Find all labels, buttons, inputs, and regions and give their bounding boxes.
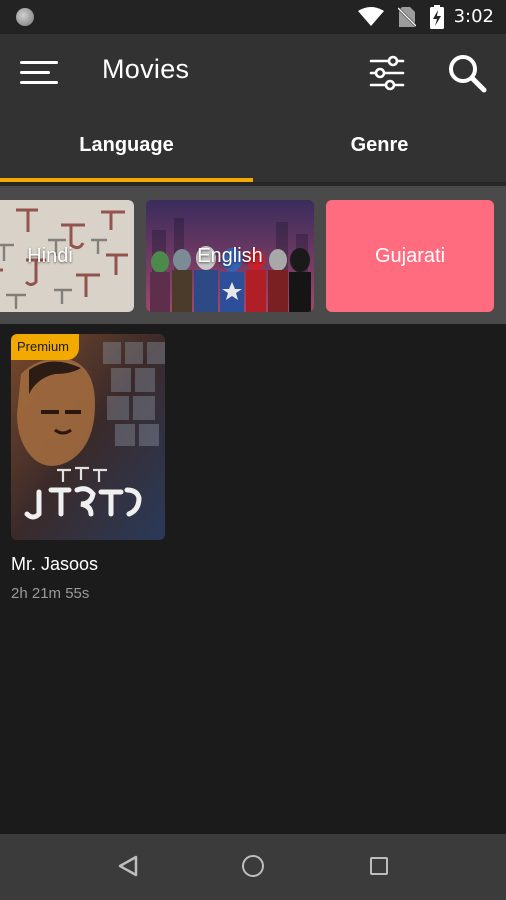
movie-poster[interactable]: Premium xyxy=(11,334,165,540)
wifi-icon xyxy=(358,7,384,26)
language-chip-gujarati[interactable]: Gujarati xyxy=(326,200,494,312)
status-time: 3:02 xyxy=(453,6,494,27)
language-chip-english[interactable]: English xyxy=(146,200,314,312)
movie-title[interactable]: Mr. Jasoos xyxy=(11,554,165,575)
tab-language[interactable]: Language xyxy=(0,114,253,186)
language-chips-strip[interactable]: Hindi English Gujarati xyxy=(0,186,506,324)
system-nav-bar xyxy=(0,834,506,900)
language-chip-label: English xyxy=(197,244,263,267)
language-chip-hindi[interactable]: Hindi xyxy=(0,200,134,312)
movie-duration: 2h 21m 55s xyxy=(11,585,90,602)
movies-list: Premium Mr. Jasoos 2h 21m 55s xyxy=(0,324,506,834)
app-bar: Movies xyxy=(0,34,506,114)
page-title: Movies xyxy=(102,54,190,84)
battery-charging-icon xyxy=(430,5,444,29)
home-circle-icon[interactable] xyxy=(242,855,264,877)
language-chip-label: Gujarati xyxy=(374,244,446,267)
tab-genre[interactable]: Genre xyxy=(253,114,506,186)
poster-artwork xyxy=(11,334,165,540)
recent-apps-square-icon[interactable] xyxy=(370,857,388,875)
premium-badge: Premium xyxy=(11,334,80,360)
no-sim-icon xyxy=(398,7,416,27)
back-triangle-icon[interactable] xyxy=(116,854,140,878)
tab-bar: Language Genre xyxy=(0,114,506,186)
movie-card[interactable]: Premium Mr. Jasoos 2h 21m 55s xyxy=(11,334,165,602)
status-bar: 3:02 xyxy=(0,0,506,34)
hamburger-menu-icon[interactable] xyxy=(20,58,58,88)
status-icons xyxy=(358,5,444,29)
filter-sliders-icon[interactable] xyxy=(368,54,406,92)
notification-icon xyxy=(16,8,34,26)
search-icon[interactable] xyxy=(446,52,488,94)
language-chip-label: Hindi xyxy=(27,244,73,267)
